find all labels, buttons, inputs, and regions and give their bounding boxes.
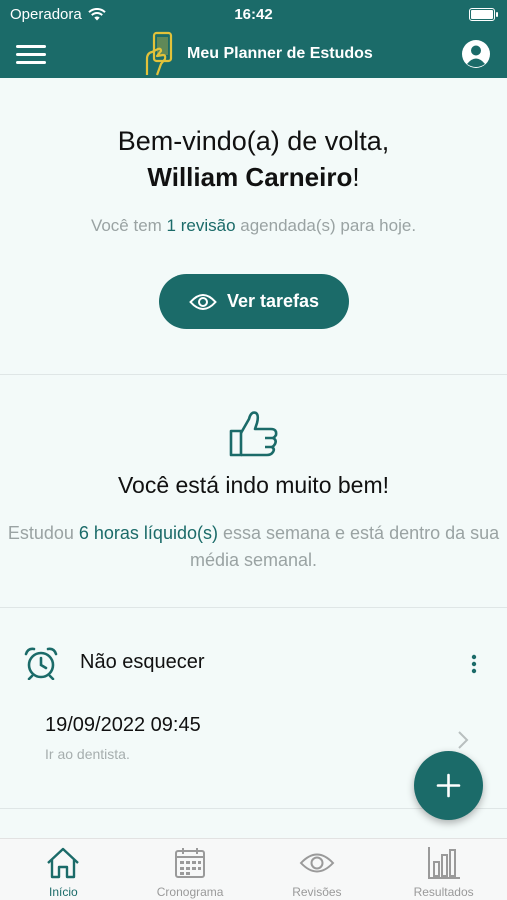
tab-label: Revisões [292,885,342,899]
view-tasks-button[interactable]: Ver tarefas [159,274,349,329]
reminder-title: Não esquecer [80,651,205,673]
calendar-icon [175,848,206,878]
home-icon [47,847,80,879]
welcome-section: Bem-vindo(a) de volta, William Carneiro!… [0,78,507,374]
tab-label: Cronograma [156,885,224,899]
progress-description: Estudou 6 horas líquido(s) essa semana e… [0,520,507,574]
more-options-icon[interactable] [462,652,486,676]
reviews-today-text: Você tem 1 revisão agendada(s) para hoje… [0,216,507,236]
bottom-nav: Início Cronograma Revisões Resultados [0,838,507,900]
user-name-line: William Carneiro! [0,160,507,194]
user-circle-icon[interactable] [461,39,491,69]
add-button[interactable] [414,751,483,820]
exclamation-mark: ! [352,162,360,192]
tab-cronograma[interactable]: Cronograma [127,839,254,900]
progress-section: Você está indo muito bem! Estudou 6 hora… [0,375,507,607]
app-title: Meu Planner de Estudos [187,45,373,62]
tab-resultados[interactable]: Resultados [380,839,507,900]
progress-prefix: Estudou [7,523,79,543]
tab-inicio[interactable]: Início [0,839,127,900]
battery-icon [469,8,498,21]
eye-icon [189,293,217,310]
menu-icon[interactable] [16,42,46,66]
user-name: William Carneiro [147,162,353,192]
app-header: Meu Planner de Estudos [0,30,507,78]
app-brand: Meu Planner de Estudos [145,30,373,78]
reviews-prefix: Você tem [90,216,167,235]
welcome-greeting: Bem-vindo(a) de volta, [117,126,390,156]
chevron-right-icon [458,731,469,749]
progress-headline: Você está indo muito bem! [117,472,390,498]
reviews-suffix: agendada(s) para hoje. [235,216,417,235]
bar-chart-icon [427,847,460,879]
phone-hand-icon [145,31,173,76]
progress-suffix: essa semana e está dentro da sua média s… [189,523,500,570]
alarm-clock-icon [24,647,58,680]
tab-label: Início [49,885,78,899]
status-time: 16:42 [234,6,273,23]
view-tasks-label: Ver tarefas [226,291,320,311]
thumbs-up-icon [229,411,278,457]
tab-label: Resultados [413,885,474,899]
status-bar: Operadora 16:42 [0,0,507,30]
tab-revisoes[interactable]: Revisões [254,839,381,900]
plus-icon [436,773,461,798]
eye-icon [299,853,335,873]
study-hours: 6 horas líquido(s) [78,523,218,543]
reminder-datetime: 19/09/2022 09:45 [45,714,201,736]
reviews-count: 1 revisão [166,216,236,235]
reminder-note: Ir ao dentista. [45,746,130,762]
